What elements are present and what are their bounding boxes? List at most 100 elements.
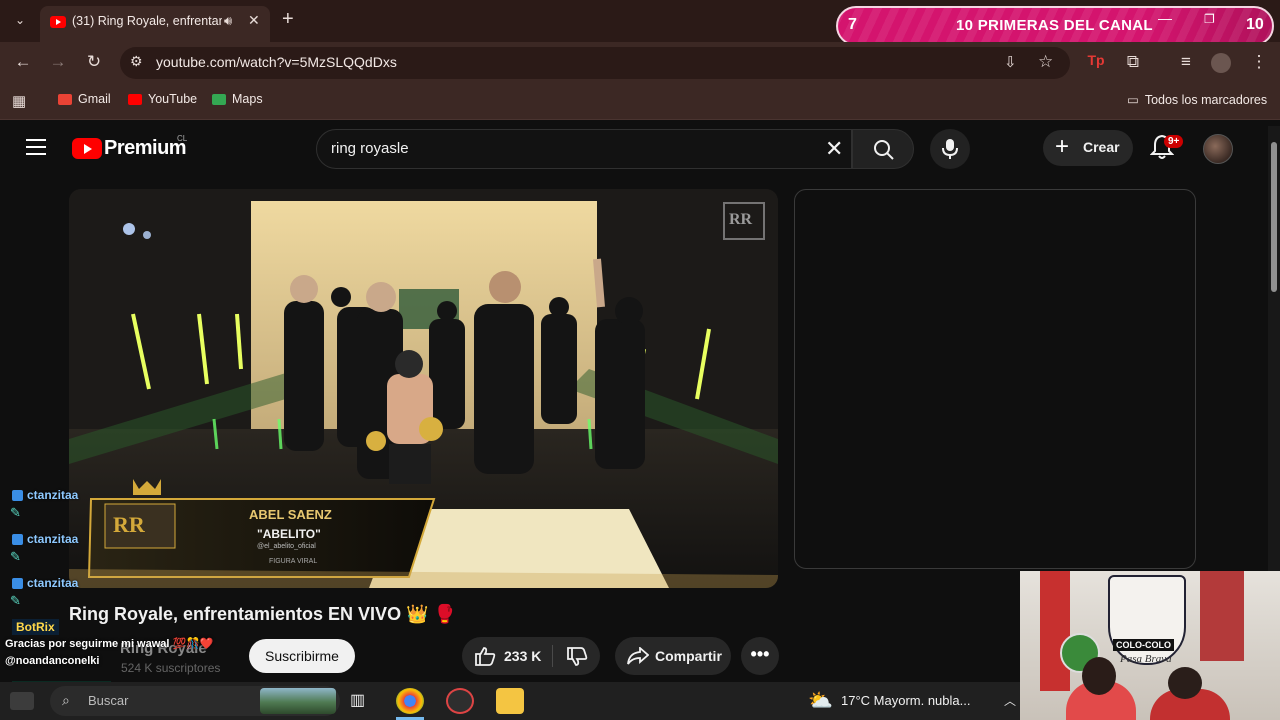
lower-third-logo: RR	[113, 512, 145, 537]
window-minimize-icon[interactable]: —	[1158, 10, 1172, 26]
search-button[interactable]	[852, 129, 914, 169]
subscribe-button[interactable]: Suscribirme	[249, 639, 355, 673]
apps-grid-icon[interactable]: ▦	[12, 92, 26, 110]
bookmark-label: Gmail	[78, 92, 111, 106]
url-text[interactable]: youtube.com/watch?v=5MzSLQQdDxs	[156, 54, 397, 70]
search-input[interactable]: ring royasle ✕	[316, 129, 852, 169]
banner-left-number: 7	[848, 16, 857, 33]
browser-menu-icon[interactable]: ⋮	[1248, 52, 1270, 72]
lower-third-name: ABEL SAENZ	[249, 507, 332, 522]
more-actions-button[interactable]: •••	[741, 637, 779, 675]
lower-third-nickname: "ABELITO"	[257, 527, 321, 541]
wall-flag-text: Pasa Brava	[1120, 653, 1172, 665]
youtube-icon	[128, 93, 142, 105]
bookmark-label: Maps	[232, 92, 263, 106]
notification-count-badge: 9+	[1164, 135, 1184, 148]
system-tray-chevron-icon[interactable]: ︿	[1004, 692, 1016, 709]
club-crest	[1108, 575, 1186, 665]
bookmark-star-icon[interactable]: ☆	[1038, 52, 1053, 72]
lower-third-tag: FIGURA VIRAL	[269, 558, 318, 565]
hamburger-menu-icon[interactable]	[26, 139, 46, 155]
chat-user: ctanzitaa	[12, 488, 78, 502]
youtube-logo-icon[interactable]	[72, 138, 102, 159]
lower-third-handle: @el_abelito_oficial	[257, 543, 316, 550]
profile-avatar-icon[interactable]	[1211, 53, 1231, 73]
weather-text[interactable]: 17°C Mayorm. nubla...	[841, 693, 970, 708]
channel-watermark: RR	[729, 211, 753, 228]
site-info-icon[interactable]: ⚙	[130, 53, 143, 70]
bookmark-label: YouTube	[148, 92, 198, 106]
like-dislike-group: 233 K	[462, 637, 600, 675]
file-explorer-icon[interactable]	[496, 688, 524, 714]
youtube-premium-label[interactable]: Premium	[104, 137, 187, 160]
subscriber-count: 524 K suscriptores	[121, 661, 221, 675]
all-bookmarks[interactable]: ▭ Todos los marcadores	[1127, 92, 1267, 108]
plus-icon: +	[1055, 133, 1070, 160]
weather-cloud-icon[interactable]: ⛅	[808, 688, 833, 713]
obs-taskbar-icon[interactable]	[446, 688, 474, 714]
chrome-taskbar-icon[interactable]	[396, 688, 424, 714]
start-button-icon[interactable]	[10, 692, 34, 710]
bookmark-gmail[interactable]: Gmail	[58, 92, 111, 106]
taskbar-search[interactable]: ⌕ Buscar	[50, 686, 340, 716]
address-bar[interactable]: ⚙ youtube.com/watch?v=5MzSLQQdDxs ⇩ ☆	[120, 47, 1070, 79]
chat-badge-icon	[12, 577, 23, 589]
video-frame	[69, 189, 778, 588]
tab-search-dropdown-icon[interactable]: ⌄	[8, 8, 32, 32]
bookmarks-bar: ▦ Gmail YouTube Maps ▭ Todos los marcado…	[0, 84, 1280, 120]
media-controls-icon[interactable]: ≡	[1175, 52, 1197, 72]
window-restore-icon[interactable]: ❐	[1204, 12, 1215, 26]
youtube-favicon-icon	[50, 16, 66, 28]
video-player[interactable]: RR ABEL SAENZ "ABELITO" @el_abelito_ofic…	[69, 189, 778, 588]
chat-username: ctanzitaa	[27, 576, 79, 590]
browser-tab-bar: ⌄ (31) Ring Royale, enfrentam 🔊︎ ✕ + 7 1…	[0, 0, 1280, 46]
create-button[interactable]: + Crear	[1043, 130, 1133, 166]
taskbar-search-placeholder: Buscar	[88, 693, 129, 708]
chat-bot-username: BotRix	[12, 619, 59, 635]
account-avatar[interactable]	[1203, 134, 1233, 164]
crest-text: COLO-COLO	[1113, 639, 1174, 651]
share-button[interactable]: Compartir	[615, 637, 731, 675]
install-app-icon[interactable]: ⇩	[1004, 53, 1017, 71]
like-count[interactable]: 233 K	[504, 648, 541, 664]
chat-badge-icon	[12, 489, 23, 501]
scrollbar-thumb[interactable]	[1271, 142, 1277, 292]
tab-title: (31) Ring Royale, enfrentam	[72, 14, 222, 28]
chat-bot-message: Gracias por seguirme mi wawal 💯🎊❤️	[5, 638, 214, 650]
bookmark-maps[interactable]: Maps	[212, 92, 263, 106]
like-divider	[552, 645, 553, 667]
side-panel-placeholder	[794, 189, 1196, 569]
gmail-icon	[58, 93, 72, 105]
video-title: Ring Royale, enfrentamientos EN VIVO 👑 🥊	[69, 604, 456, 624]
search-icon	[874, 140, 894, 160]
search-query[interactable]: ring royasle	[331, 140, 409, 157]
country-code: CL	[177, 134, 188, 143]
forward-arrow-icon[interactable]: →	[47, 52, 69, 72]
share-label: Compartir	[655, 648, 722, 664]
browser-tab-active[interactable]: (31) Ring Royale, enfrentam 🔊︎ ✕	[40, 6, 270, 42]
extension-tp-icon[interactable]: Tp	[1085, 52, 1107, 68]
like-thumb-up-icon[interactable]	[474, 646, 496, 666]
tab-audio-icon[interactable]: 🔊︎	[224, 13, 232, 29]
maps-icon	[212, 93, 226, 105]
back-arrow-icon[interactable]: ←	[12, 52, 34, 72]
new-tab-button[interactable]: +	[282, 8, 294, 30]
voice-search-button[interactable]	[930, 129, 970, 169]
reload-icon[interactable]: ↻	[83, 52, 105, 72]
task-view-icon[interactable]: ▥	[350, 690, 365, 710]
taskbar-search-icon: ⌕	[62, 692, 70, 708]
hanging-scarf	[1200, 571, 1244, 661]
chat-username: ctanzitaa	[27, 488, 79, 502]
bookmark-youtube[interactable]: YouTube	[128, 92, 197, 106]
extensions-puzzle-icon[interactable]: ⧉	[1122, 52, 1144, 72]
chat-username: ctanzitaa	[27, 532, 79, 546]
youtube-header: Premium CL ring royasle ✕ + Crear 9+	[0, 120, 1268, 180]
stream-overlay-banner: 7 10 PRIMERAS DEL CANAL — ❐ 10	[836, 6, 1274, 46]
browser-toolbar: ← → ↻ ⚙ youtube.com/watch?v=5MzSLQQdDxs …	[0, 42, 1280, 84]
dislike-thumb-down-icon[interactable]	[566, 647, 588, 667]
chat-emote-icon: ✎	[10, 549, 21, 564]
tab-close-icon[interactable]: ✕	[248, 12, 260, 29]
chat-badge-icon	[12, 533, 23, 545]
clear-search-icon[interactable]: ✕	[825, 136, 843, 162]
microphone-icon	[942, 139, 958, 159]
